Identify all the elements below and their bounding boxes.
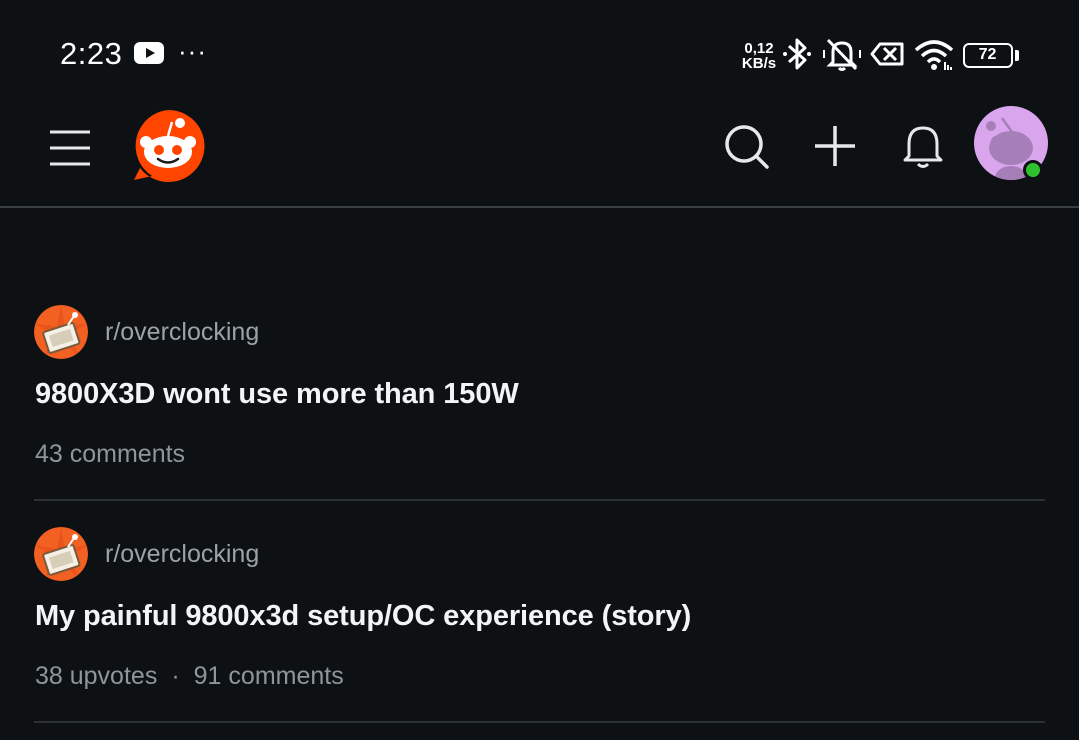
subreddit-name[interactable]: r/overclocking [105, 540, 259, 569]
wifi-icon [914, 40, 954, 70]
create-post-button[interactable] [809, 120, 861, 172]
post-meta: 38 upvotes · 91 comments [35, 662, 344, 691]
bell-icon [903, 126, 943, 168]
search-icon [725, 125, 769, 169]
post-title[interactable]: My painful 9800x3d setup/OC experience (… [35, 600, 691, 633]
notifications-button[interactable] [897, 120, 949, 172]
search-button[interactable] [720, 120, 772, 172]
more-notifications-icon: ··· [178, 36, 207, 66]
post-title[interactable]: 9800X3D wont use more than 150W [35, 378, 519, 411]
subreddit-icon [34, 527, 88, 581]
status-time: 2:23 [60, 36, 123, 71]
post-meta: 43 comments [35, 440, 185, 469]
post-subreddit-row[interactable]: r/overclocking [34, 527, 259, 581]
mute-bell-icon [823, 38, 861, 71]
upvote-count: 38 upvotes [35, 662, 158, 690]
app-header [0, 100, 1079, 208]
battery-level: 72 [978, 46, 997, 63]
network-speed: 0,12 KB/s [740, 41, 778, 71]
network-speed-unit: KB/s [741, 55, 777, 72]
menu-button[interactable] [44, 124, 96, 172]
comment-count: 43 comments [35, 440, 186, 468]
battery-icon: 72 [963, 43, 1013, 68]
meta-separator: · [171, 662, 180, 690]
plus-icon [815, 126, 855, 166]
reddit-logo[interactable] [130, 108, 206, 184]
post-subreddit-row[interactable]: r/overclocking [34, 305, 259, 359]
no-sim-icon [870, 42, 904, 66]
network-speed-value: 0,12 [744, 40, 774, 57]
screen: 2:23 ··· 0,12 KB/s 72 r/overclocking 980… [0, 0, 1079, 740]
bluetooth-icon [783, 38, 811, 70]
battery-tip [1015, 50, 1019, 61]
post-card[interactable]: r/overclocking My painful 9800x3d setup/… [34, 501, 1045, 723]
menu-icon [50, 130, 90, 166]
status-bar: 2:23 ··· 0,12 KB/s 72 [0, 0, 1079, 100]
online-status-badge [1023, 160, 1043, 180]
subreddit-icon [34, 305, 88, 359]
post-card[interactable]: r/overclocking 9800X3D wont use more tha… [34, 300, 1045, 501]
subreddit-name[interactable]: r/overclocking [105, 318, 259, 347]
comment-count: 91 comments [193, 662, 344, 690]
youtube-notification-icon [134, 42, 164, 64]
search-results-feed: r/overclocking 9800X3D wont use more tha… [0, 300, 1079, 723]
